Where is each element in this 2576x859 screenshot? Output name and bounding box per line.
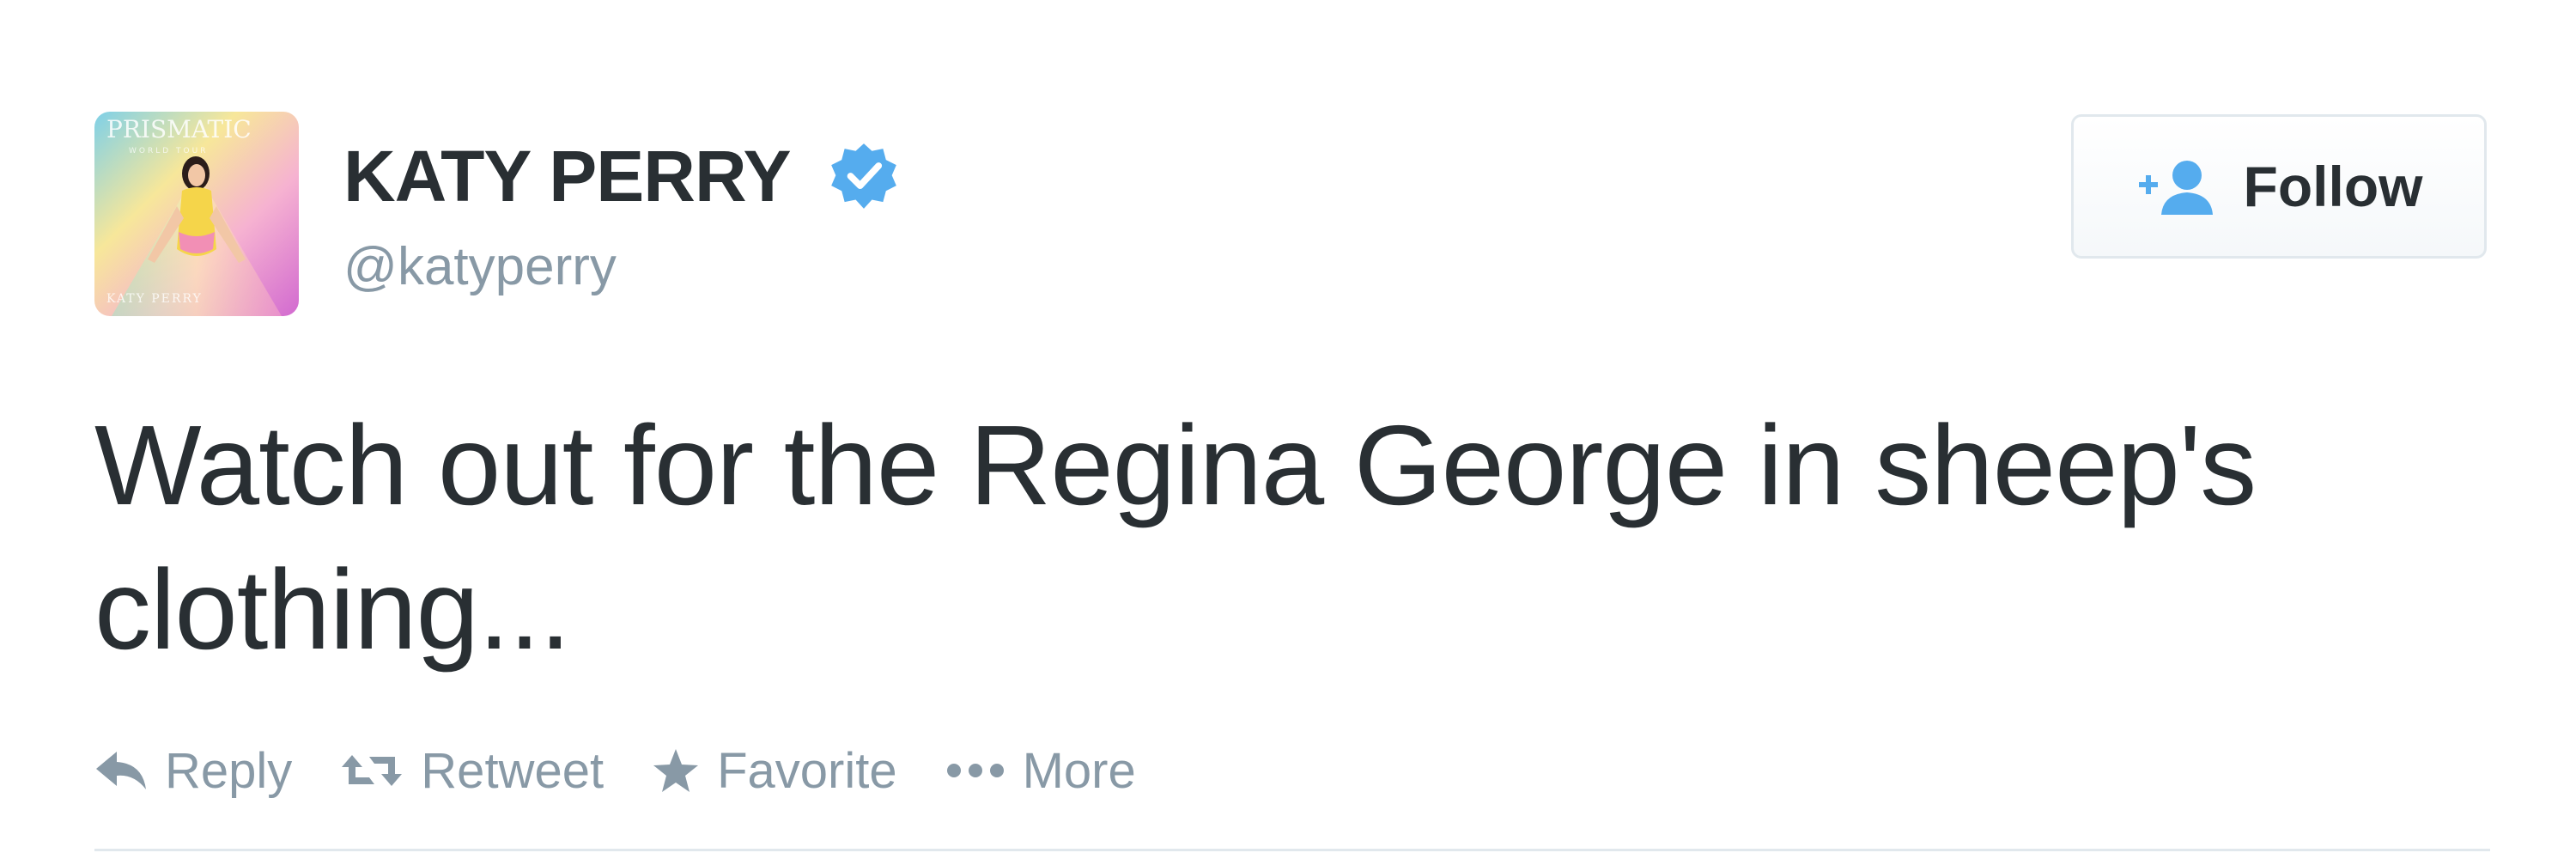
reply-label: Reply (165, 742, 293, 799)
tweet-text-line-2: clothing... (94, 546, 571, 673)
follow-button[interactable]: Follow (2071, 114, 2487, 259)
cover-title-text: PRISMATIC (106, 115, 252, 143)
avatar[interactable]: PRISMATIC WORLD TOUR KATY PERRY (94, 112, 299, 316)
tweet-text-line-1: Watch out for the Regina George in sheep… (94, 402, 2257, 528)
star-icon (652, 747, 700, 794)
follow-button-label: Follow (2243, 155, 2423, 218)
favorite-label: Favorite (717, 742, 897, 799)
retweet-action[interactable]: Retweet (340, 742, 604, 800)
tweet-actions: Reply Retweet Favorite More (94, 740, 1184, 801)
cover-artist-text: KATY PERRY (106, 292, 203, 306)
divider (94, 849, 2490, 851)
reply-icon (94, 750, 148, 791)
handle[interactable]: @katyperry (343, 241, 617, 294)
add-user-icon (2136, 156, 2221, 216)
cover-subtitle-text: WORLD TOUR (129, 147, 208, 155)
display-name[interactable]: KATY PERRY (343, 140, 792, 212)
tweet-text: Watch out for the Regina George in sheep… (94, 393, 2482, 682)
favorite-action[interactable]: Favorite (652, 742, 897, 800)
reply-action[interactable]: Reply (94, 742, 292, 800)
more-label: More (1022, 742, 1136, 799)
more-dots-icon (945, 762, 1005, 779)
more-action[interactable]: More (945, 742, 1136, 800)
author-name-row[interactable]: KATY PERRY (343, 139, 901, 213)
verified-badge-icon (827, 139, 901, 213)
tweet-card: PRISMATIC WORLD TOUR KATY PERRY KATY PER… (0, 0, 2576, 859)
retweet-label: Retweet (421, 742, 605, 799)
retweet-icon (340, 750, 404, 791)
